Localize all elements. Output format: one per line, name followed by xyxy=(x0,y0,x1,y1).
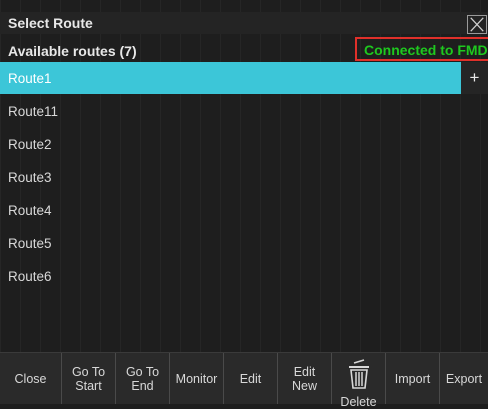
add-route-button[interactable]: + xyxy=(461,62,488,94)
route-label: Route5 xyxy=(8,236,52,251)
export-button[interactable]: Export xyxy=(440,353,488,404)
route-label: Route1 xyxy=(8,71,52,86)
route-item-route4[interactable]: Route4 xyxy=(0,194,488,226)
routes-heading: Available routes (7) xyxy=(8,43,137,59)
route-label: Route6 xyxy=(8,269,52,284)
selection-highlight xyxy=(0,62,461,94)
route-item-route5[interactable]: Route5 xyxy=(0,227,488,259)
route-label: Route11 xyxy=(8,104,59,119)
go-to-start-label: Go To Start xyxy=(71,364,106,393)
monitor-button[interactable]: Monitor xyxy=(170,353,224,404)
bottom-toolbar: Close Go To Start Go To End Monitor Edit… xyxy=(0,352,488,409)
connection-status-text: Connected to FMD xyxy=(364,42,488,58)
go-to-start-button[interactable]: Go To Start xyxy=(62,353,116,404)
edit-new-button[interactable]: Edit New xyxy=(278,353,332,404)
close-icon[interactable] xyxy=(467,15,487,34)
dialog-title-bar: Select Route xyxy=(0,12,488,34)
go-to-end-button[interactable]: Go To End xyxy=(116,353,170,404)
delete-label: Delete xyxy=(340,395,377,409)
go-to-end-label: Go To End xyxy=(125,364,160,393)
trash-icon xyxy=(347,359,371,392)
route-label: Route4 xyxy=(8,203,52,218)
route-label: Route3 xyxy=(8,170,52,185)
route-item-route11[interactable]: Route11 xyxy=(0,95,488,127)
route-label: Route2 xyxy=(8,137,52,152)
edit-label: Edit xyxy=(239,371,262,386)
route-item-route1[interactable]: Route1 xyxy=(0,62,488,94)
route-item-route2[interactable]: Route2 xyxy=(0,128,488,160)
route-item-route6[interactable]: Route6 xyxy=(0,260,488,292)
delete-button[interactable]: Delete xyxy=(332,353,386,409)
edit-new-label: Edit New xyxy=(291,364,317,393)
close-button[interactable]: Close xyxy=(0,353,62,404)
dialog-title: Select Route xyxy=(8,15,93,31)
edit-button[interactable]: Edit xyxy=(224,353,278,404)
connection-status: Connected to FMD xyxy=(355,37,488,61)
export-label: Export xyxy=(445,371,483,386)
route-item-route3[interactable]: Route3 xyxy=(0,161,488,193)
import-button[interactable]: Import xyxy=(386,353,440,404)
monitor-label: Monitor xyxy=(175,371,218,386)
import-label: Import xyxy=(394,371,431,386)
close-button-label: Close xyxy=(14,371,47,386)
